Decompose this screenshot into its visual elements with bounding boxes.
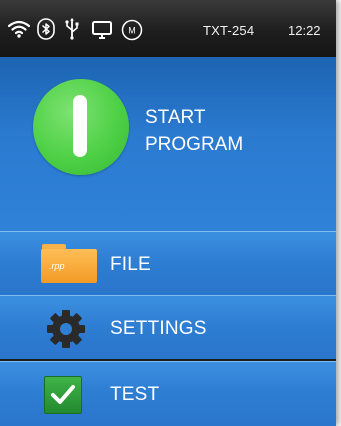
bluetooth-icon [37,18,55,40]
usb-icon [65,18,79,40]
start-bar-icon [73,95,87,157]
status-bar: M TXT-254 12:22 [0,0,336,57]
wifi-icon [8,20,30,38]
menu-item-label: FILE [110,254,151,275]
menu-item-settings[interactable]: SETTINGS [0,295,336,359]
svg-text:M: M [128,26,136,36]
start-program-button[interactable] [33,79,129,175]
check-icon [44,376,82,414]
start-label-line1: START [145,107,206,128]
device-name: TXT-254 [203,23,255,38]
start-label-line2: PROGRAM [145,134,244,155]
clock: 12:22 [288,23,321,38]
menu-item-file[interactable]: .rpp FILE [0,231,336,295]
start-program-label[interactable]: START PROGRAM [145,104,315,158]
folder-icon: .rpp [41,244,97,284]
device-screen: M TXT-254 12:22 START PROGRAM .rpp FILE [0,0,336,426]
folder-icon-text: .rpp [49,261,65,271]
menu-item-label: SETTINGS [110,318,207,339]
display-icon [92,21,112,39]
menu-item-test[interactable]: TEST [0,361,336,426]
menu-item-label: TEST [110,384,160,405]
gear-icon [47,310,85,348]
m-badge-icon: M [121,19,143,41]
start-program-panel: START PROGRAM [0,57,336,231]
